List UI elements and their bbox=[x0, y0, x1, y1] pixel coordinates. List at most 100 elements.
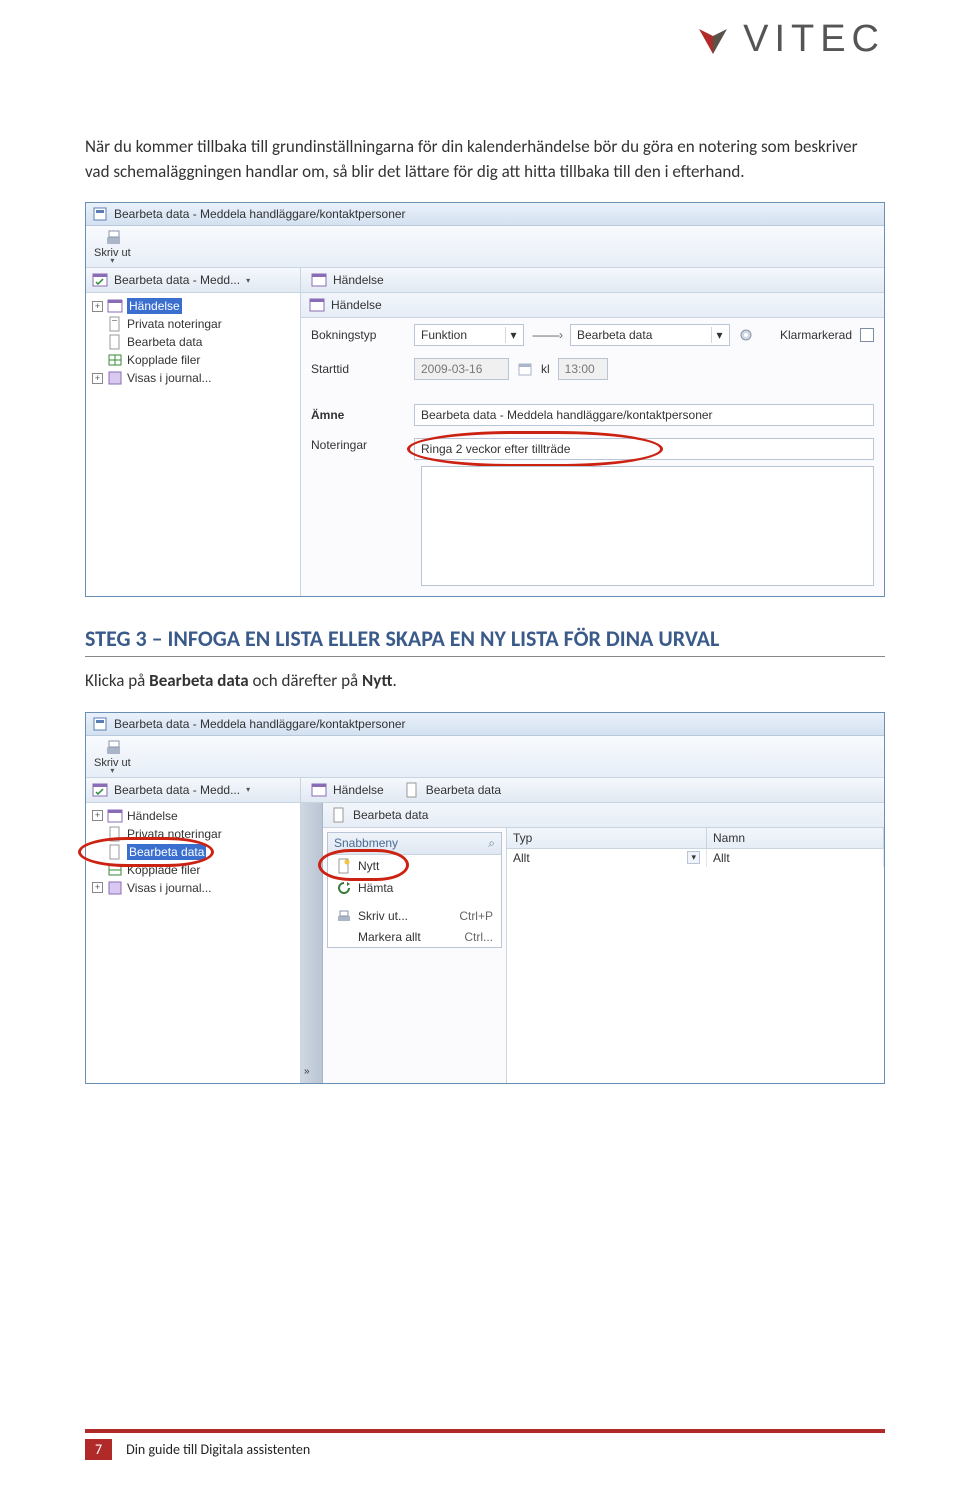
app-icon bbox=[92, 716, 108, 732]
logo-text: VITEC bbox=[743, 18, 885, 61]
expander-icon[interactable]: + bbox=[92, 373, 103, 384]
search-icon[interactable]: ⌕ bbox=[488, 836, 495, 851]
target-combo[interactable]: Bearbeta data ▾ bbox=[570, 324, 730, 346]
column-headers: Typ Namn bbox=[507, 828, 884, 849]
combo-value: Funktion bbox=[421, 328, 467, 342]
pane-header-label: Händelse bbox=[331, 298, 382, 312]
tree-item-bearbeta[interactable]: Bearbeta data bbox=[88, 333, 298, 351]
col-namn: Namn bbox=[707, 828, 884, 848]
klarmarkerad-checkbox[interactable] bbox=[860, 328, 874, 342]
text-bold: Bearbeta data bbox=[149, 670, 249, 691]
chevron-down-icon: ▾ bbox=[711, 327, 727, 343]
chevron-down-icon: ▾ bbox=[110, 256, 114, 265]
window-title: Bearbeta data - Meddela handläggare/kont… bbox=[114, 717, 406, 731]
tree-item-kopplade[interactable]: Kopplade filer bbox=[88, 351, 298, 369]
tree-item-visas[interactable]: + Visas i journal... bbox=[88, 369, 298, 387]
shortcut: Ctrl... bbox=[464, 930, 493, 944]
tree-item-kopplade[interactable]: Kopplade filer bbox=[88, 861, 298, 879]
tree-item-visas[interactable]: + Visas i journal... bbox=[88, 879, 298, 897]
data-row[interactable]: Allt ▾ Allt bbox=[507, 849, 884, 867]
klarmarkerad-label: Klarmarkerad bbox=[780, 328, 852, 342]
toolbar: Skriv ut ▾ bbox=[86, 226, 884, 268]
tree-tab-label: Bearbeta data - Medd... bbox=[114, 783, 240, 797]
step3-paragraph: Klicka på Bearbeta data och därefter på … bbox=[85, 669, 885, 694]
menu-item-nytt[interactable]: Nytt bbox=[328, 855, 501, 877]
left-ribbon[interactable]: » bbox=[301, 803, 323, 1083]
expand-chevron-icon: » bbox=[304, 1066, 310, 1077]
pane-header-label: Bearbeta data bbox=[353, 808, 428, 822]
menu-item-hamta[interactable]: Hämta bbox=[328, 877, 501, 899]
text: och därefter på bbox=[249, 670, 362, 691]
new-document-icon bbox=[336, 858, 352, 874]
tree-tab[interactable]: Bearbeta data - Medd... ▾ bbox=[86, 778, 301, 802]
screenshot-1-window: Bearbeta data - Meddela handläggare/kont… bbox=[85, 202, 885, 597]
noteringar-textarea-expanded[interactable] bbox=[421, 466, 874, 586]
tab-handelse[interactable]: Händelse bbox=[301, 268, 394, 292]
noteringar-label: Noteringar bbox=[311, 438, 406, 452]
starttid-time-input[interactable]: 13:00 bbox=[558, 358, 608, 380]
col-typ: Typ bbox=[507, 828, 707, 848]
tree-item-label: Bearbeta data bbox=[127, 334, 202, 350]
bokningstyp-label: Bokningstyp bbox=[311, 328, 406, 342]
chevron-down-icon[interactable]: ▾ bbox=[687, 851, 700, 864]
tab-label: Händelse bbox=[333, 783, 384, 797]
expander-icon[interactable]: + bbox=[92, 301, 103, 312]
table-icon bbox=[107, 352, 123, 368]
tab-handelse[interactable]: Händelse bbox=[301, 778, 394, 802]
calendar-picker-icon[interactable] bbox=[517, 361, 533, 377]
menu-item-label: Skriv ut... bbox=[358, 909, 408, 923]
printer-icon bbox=[336, 908, 352, 924]
tree-item-bearbeta[interactable]: Bearbeta data bbox=[88, 843, 298, 861]
print-button[interactable]: Skriv ut ▾ bbox=[94, 740, 131, 775]
intro-paragraph: När du kommer tillbaka till grundinställ… bbox=[85, 135, 885, 184]
tree-item-label: Händelse bbox=[127, 808, 178, 824]
tree-pane: + Händelse Privata noteringar bbox=[86, 293, 301, 596]
calendar-icon bbox=[309, 297, 325, 313]
calendar-check-icon bbox=[92, 272, 108, 288]
bokningstyp-combo[interactable]: Funktion ▾ bbox=[414, 324, 524, 346]
pane-header: Bearbeta data bbox=[323, 803, 884, 828]
arrow-separator: ---------› bbox=[532, 328, 562, 342]
tab-label: Händelse bbox=[333, 273, 384, 287]
content-pane: » Bearbeta data Snabbmeny bbox=[301, 803, 884, 1083]
tree-item-handelse[interactable]: + Händelse bbox=[88, 297, 298, 315]
expander-icon[interactable]: + bbox=[92, 810, 103, 821]
window-title: Bearbeta data - Meddela handläggare/kont… bbox=[114, 207, 406, 221]
document-icon bbox=[331, 807, 347, 823]
menu-item-skriv[interactable]: Skriv ut... Ctrl+P bbox=[328, 905, 501, 927]
table-icon bbox=[107, 862, 123, 878]
calendar-icon bbox=[311, 272, 327, 288]
tab-bearbeta[interactable]: Bearbeta data bbox=[394, 778, 511, 802]
document-icon bbox=[404, 782, 420, 798]
content-pane: Händelse Bokningstyp Funktion ▾ --------… bbox=[301, 293, 884, 596]
kl-label: kl bbox=[541, 362, 550, 376]
cell-typ: Allt bbox=[513, 851, 530, 865]
refresh-icon bbox=[336, 880, 352, 896]
footer-text: Din guide till Digitala assistenten bbox=[126, 1441, 310, 1458]
amne-input[interactable]: Bearbeta data - Meddela handläggare/kont… bbox=[414, 404, 874, 426]
journal-icon bbox=[107, 880, 123, 896]
tree-tab[interactable]: Bearbeta data - Medd... ▾ bbox=[86, 268, 301, 292]
tree-item-label: Visas i journal... bbox=[127, 370, 212, 386]
tree-item-label: Kopplade filer bbox=[127, 862, 200, 878]
gear-icon[interactable] bbox=[738, 327, 754, 343]
footer-divider bbox=[85, 1429, 885, 1433]
journal-icon bbox=[107, 370, 123, 386]
app-icon bbox=[92, 206, 108, 222]
tree-item-label: Kopplade filer bbox=[127, 352, 200, 368]
titlebar: Bearbeta data - Meddela handläggare/kont… bbox=[86, 713, 884, 736]
tree-item-privata[interactable]: Privata noteringar bbox=[88, 315, 298, 333]
brand-logo: VITEC bbox=[695, 18, 885, 61]
starttid-date-input[interactable]: 2009-03-16 bbox=[414, 358, 509, 380]
page-number: 7 bbox=[85, 1439, 112, 1460]
expander-icon[interactable]: + bbox=[92, 882, 103, 893]
chevron-down-icon: ▾ bbox=[110, 766, 114, 775]
print-button[interactable]: Skriv ut ▾ bbox=[94, 230, 131, 265]
tree-item-label: Privata noteringar bbox=[127, 826, 222, 842]
tree-item-handelse[interactable]: + Händelse bbox=[88, 807, 298, 825]
noteringar-input[interactable]: Ringa 2 veckor efter tillträde bbox=[414, 438, 874, 460]
calendar-icon bbox=[107, 298, 123, 314]
menu-item-markera[interactable]: Markera allt Ctrl... bbox=[328, 927, 501, 947]
tree-item-privata[interactable]: Privata noteringar bbox=[88, 825, 298, 843]
noteringar-value: Ringa 2 veckor efter tillträde bbox=[421, 442, 570, 456]
